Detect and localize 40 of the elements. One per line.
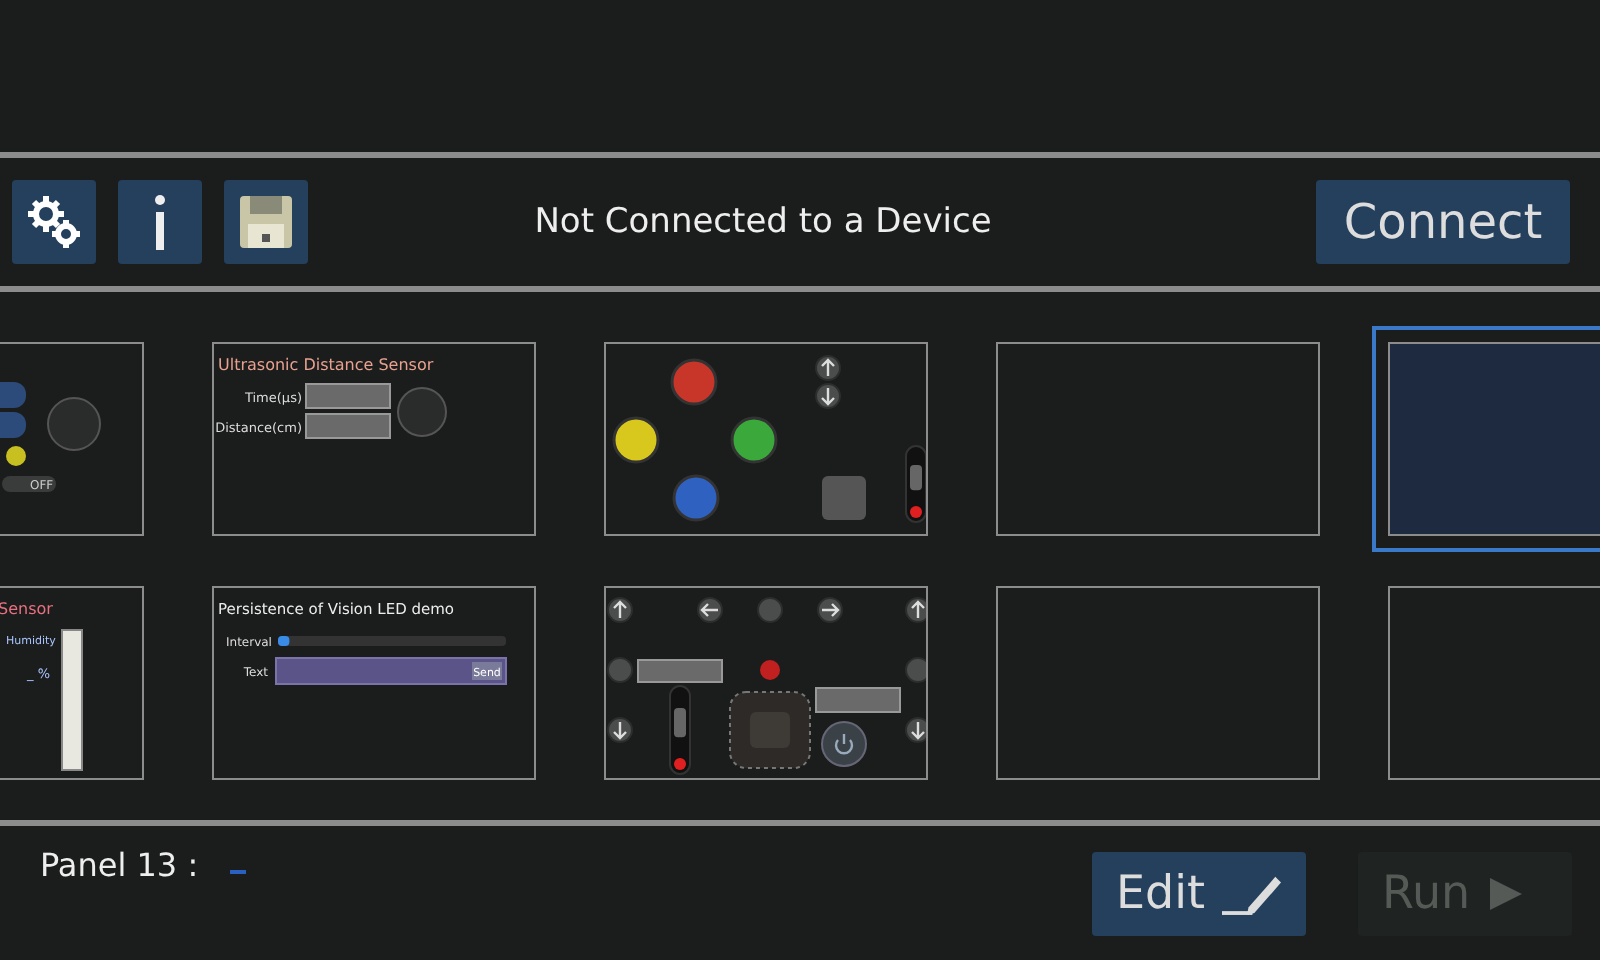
value-field: [637, 659, 723, 683]
meter-bar: [61, 629, 83, 771]
up-arrow-icon[interactable]: [607, 597, 633, 623]
connect-button[interactable]: Connect: [1316, 180, 1570, 264]
left-arrow-icon[interactable]: [697, 597, 723, 623]
gears-icon: [24, 192, 84, 252]
down-arrow-icon[interactable]: [607, 717, 633, 743]
slider-track[interactable]: [278, 636, 506, 646]
save-button[interactable]: [224, 180, 308, 264]
panel-title: Ultrasonic Distance Sensor: [218, 356, 434, 374]
panel-card[interactable]: [996, 586, 1320, 780]
down-arrow-icon[interactable]: [905, 717, 926, 743]
slide-switch[interactable]: [669, 685, 691, 775]
led: [6, 446, 26, 466]
panel-card[interactable]: [996, 342, 1320, 536]
panel-card[interactable]: [604, 342, 928, 536]
joystick-pad[interactable]: [729, 691, 811, 769]
panel-card[interactable]: [604, 586, 928, 780]
value-field: [815, 687, 901, 713]
value-field: [305, 383, 391, 409]
play-icon: [1486, 874, 1527, 914]
text-cursor: [230, 870, 247, 874]
connection-status: Not Connected to a Device: [532, 202, 994, 242]
value-field: [305, 413, 391, 439]
edit-button[interactable]: Edit: [1092, 852, 1306, 936]
text-field[interactable]: [275, 657, 507, 685]
led: [760, 660, 780, 680]
right-arrow-icon[interactable]: [817, 597, 843, 623]
arcade-button[interactable]: [730, 416, 778, 464]
settings-button[interactable]: [12, 180, 96, 264]
info-icon: [150, 194, 170, 250]
slide-switch[interactable]: [905, 445, 926, 523]
up-arrow-icon[interactable]: [905, 597, 926, 623]
arcade-button[interactable]: [612, 416, 660, 464]
slider-fill[interactable]: [278, 636, 290, 646]
down-arrow-icon[interactable]: [815, 383, 841, 409]
up-arrow-icon[interactable]: [815, 355, 841, 381]
info-button[interactable]: [118, 180, 202, 264]
power-icon[interactable]: [821, 721, 867, 767]
panel-label: Panel 13 :: [40, 846, 199, 884]
